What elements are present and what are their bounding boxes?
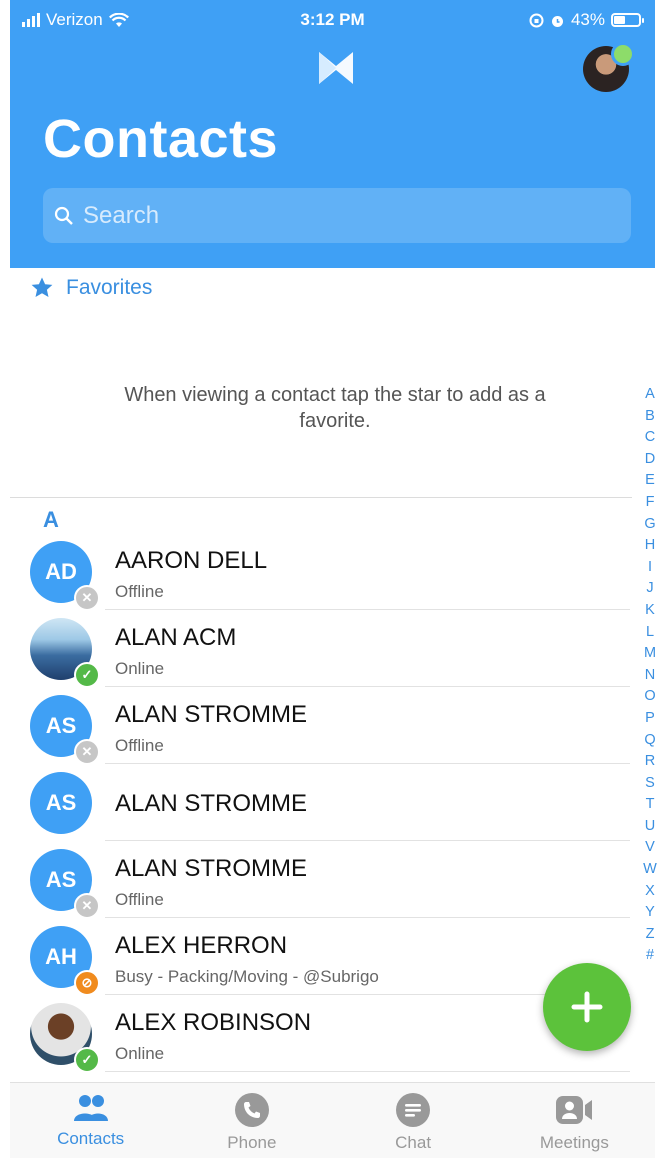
favorites-empty-hint: When viewing a contact tap the star to a… bbox=[124, 384, 546, 432]
alphabet-index-letter[interactable]: A bbox=[640, 384, 660, 406]
alphabet-index-letter[interactable]: # bbox=[640, 945, 660, 967]
tab-phone[interactable]: Phone bbox=[171, 1083, 332, 1158]
contact-row[interactable]: AS ALAN STROMME bbox=[10, 764, 630, 841]
tab-label: Meetings bbox=[539, 1133, 609, 1152]
phone-icon bbox=[234, 1093, 269, 1127]
favorites-label: Favorites bbox=[66, 276, 153, 299]
alphabet-index-letter[interactable]: G bbox=[640, 514, 660, 536]
tab-bar: Contacts Phone Chat Meetings bbox=[10, 1082, 655, 1158]
battery-icon bbox=[611, 13, 644, 27]
profile-avatar[interactable] bbox=[583, 42, 635, 92]
tab-meetings[interactable]: Meetings bbox=[494, 1083, 655, 1158]
chat-icon bbox=[396, 1093, 431, 1127]
star-icon bbox=[31, 277, 53, 297]
add-contact-button[interactable] bbox=[543, 963, 631, 1051]
contact-name: ALEX HERRON bbox=[115, 932, 288, 959]
alphabet-index-letter[interactable]: R bbox=[640, 751, 660, 773]
alphabet-index-letter[interactable]: L bbox=[640, 622, 660, 644]
contacts-icon bbox=[73, 1095, 108, 1121]
contact-status: Busy - Packing/Moving - @Subrigo bbox=[115, 967, 379, 986]
plus-icon bbox=[571, 991, 603, 1023]
alphabet-index-letter[interactable]: V bbox=[640, 837, 660, 859]
alphabet-index-letter[interactable]: W bbox=[640, 859, 660, 881]
contact-row[interactable]: AS ✕ ALAN STROMME Offline bbox=[10, 687, 630, 765]
orientation-lock-icon bbox=[529, 13, 544, 27]
contact-avatar: AS bbox=[30, 772, 92, 834]
favorites-header: Favorites bbox=[30, 276, 152, 300]
tab-chat[interactable]: Chat bbox=[333, 1083, 494, 1158]
alphabet-index-letter[interactable]: M bbox=[640, 643, 660, 665]
tab-label: Chat bbox=[395, 1133, 432, 1152]
alphabet-index-letter[interactable]: H bbox=[640, 535, 660, 557]
presence-offline-icon: ✕ bbox=[74, 585, 100, 611]
alarm-icon bbox=[551, 15, 563, 27]
row-divider bbox=[105, 1071, 630, 1072]
alphabet-index[interactable]: A B C D E F G H I J K L M N O P Q R S T U V W X Y Z # bbox=[640, 384, 660, 967]
presence-dot-icon bbox=[611, 42, 635, 66]
contact-status: Offline bbox=[115, 582, 164, 601]
presence-online-icon: ✓ bbox=[74, 1047, 100, 1073]
alphabet-index-letter[interactable]: Z bbox=[640, 924, 660, 946]
contact-name: AARON DELL bbox=[115, 547, 268, 574]
app-logo-icon bbox=[319, 52, 353, 84]
page-title: Contacts bbox=[43, 109, 279, 169]
search-input[interactable] bbox=[81, 200, 605, 231]
section-letter: A bbox=[43, 507, 59, 532]
tab-label: Phone bbox=[227, 1133, 277, 1152]
contact-row[interactable]: AH ⊘ ALEX HERRON Busy - Packing/Moving -… bbox=[10, 918, 630, 996]
presence-online-icon: ✓ bbox=[74, 662, 100, 688]
meetings-icon bbox=[556, 1096, 593, 1124]
status-right: 43% bbox=[529, 10, 644, 30]
search-bar[interactable] bbox=[43, 188, 631, 243]
alphabet-index-letter[interactable]: X bbox=[640, 881, 660, 903]
contact-name: ALEX ROBINSON bbox=[115, 1009, 312, 1036]
presence-offline-icon: ✕ bbox=[74, 739, 100, 765]
tab-label: Contacts bbox=[57, 1129, 125, 1148]
contact-name: ALAN STROMME bbox=[115, 855, 308, 882]
presence-offline-icon: ✕ bbox=[74, 893, 100, 919]
tab-contacts[interactable]: Contacts bbox=[10, 1083, 171, 1158]
alphabet-index-letter[interactable]: K bbox=[640, 600, 660, 622]
alphabet-index-letter[interactable]: D bbox=[640, 449, 660, 471]
alphabet-index-letter[interactable]: C bbox=[640, 427, 660, 449]
alphabet-index-letter[interactable]: U bbox=[640, 816, 660, 838]
contact-status: Offline bbox=[115, 736, 164, 755]
alphabet-index-letter[interactable]: F bbox=[640, 492, 660, 514]
contact-name: ALAN ACM bbox=[115, 624, 237, 651]
contact-row[interactable]: ✓ ALEX ROBINSON Online bbox=[10, 995, 630, 1073]
contact-status: Online bbox=[115, 659, 165, 678]
status-bar: Verizon 3:12 PM 43% bbox=[10, 0, 655, 40]
search-icon bbox=[54, 206, 73, 225]
alphabet-index-letter[interactable]: O bbox=[640, 686, 660, 708]
contact-name: ALAN STROMME bbox=[115, 790, 308, 817]
alphabet-index-letter[interactable]: T bbox=[640, 794, 660, 816]
contact-status: Offline bbox=[115, 890, 164, 909]
alphabet-index-letter[interactable]: N bbox=[640, 665, 660, 687]
battery-percent: 43% bbox=[570, 10, 605, 29]
alphabet-index-letter[interactable]: I bbox=[640, 557, 660, 579]
contact-status: Online bbox=[115, 1044, 165, 1063]
contact-row[interactable]: ✓ ALAN ACM Online bbox=[10, 610, 630, 688]
alphabet-index-letter[interactable]: B bbox=[640, 406, 660, 428]
alphabet-index-letter[interactable]: Y bbox=[640, 902, 660, 924]
alphabet-index-letter[interactable]: S bbox=[640, 773, 660, 795]
alphabet-index-letter[interactable]: J bbox=[640, 578, 660, 600]
presence-busy-icon: ⊘ bbox=[74, 970, 100, 996]
contact-name: ALAN STROMME bbox=[115, 701, 308, 728]
header: Verizon 3:12 PM 43% Contacts bbox=[10, 0, 655, 268]
divider bbox=[10, 497, 632, 498]
alphabet-index-letter[interactable]: Q bbox=[640, 730, 660, 752]
contact-row[interactable]: AS ✕ ALAN STROMME Offline bbox=[10, 841, 630, 919]
contact-row[interactable]: AD ✕ AARON DELL Offline bbox=[10, 533, 630, 611]
alphabet-index-letter[interactable]: P bbox=[640, 708, 660, 730]
alphabet-index-letter[interactable]: E bbox=[640, 470, 660, 492]
